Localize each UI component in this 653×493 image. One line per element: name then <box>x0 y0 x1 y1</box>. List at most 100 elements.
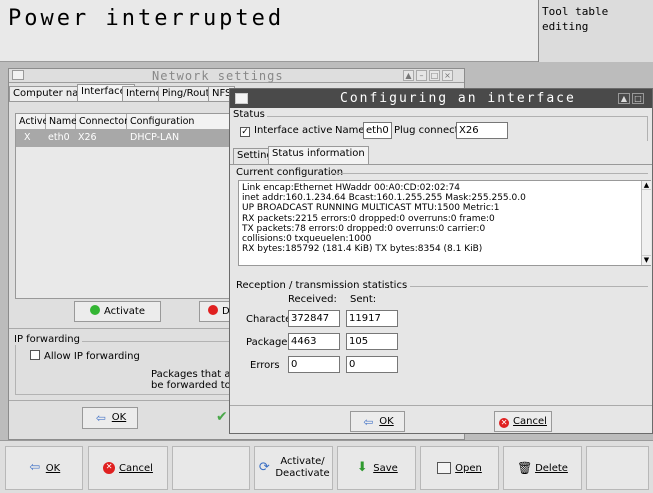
dialog-titlebar: Configuring an interface ▲ □ <box>230 89 652 108</box>
group-line <box>410 286 648 287</box>
status-group: Status ✓ Interface active Name: eth0 Plug… <box>231 109 648 141</box>
save-icon: ⬇ <box>356 460 368 475</box>
forwarding-note-line-2: be forwarded to o <box>151 380 241 391</box>
deactivate-icon <box>208 305 218 315</box>
configuration-textarea[interactable]: Link encap:Ethernet HWaddr 00:A0:CD:02:0… <box>238 180 651 266</box>
mode-label: Tool table editing <box>538 0 653 62</box>
sent-header: Sent: <box>350 294 377 305</box>
plug-connection-field[interactable]: X26 <box>456 122 508 139</box>
softkey-cancel-label: Cancel <box>119 462 153 474</box>
trash-icon: 🗑 <box>517 461 533 475</box>
maximize-icon[interactable]: ▲ <box>618 93 630 104</box>
cell-active: X <box>24 132 31 143</box>
column-header-connectors[interactable]: Connectors <box>76 114 133 130</box>
dialog-cancel-button[interactable]: ✕ Cancel <box>494 411 552 432</box>
received-header: Received: <box>288 294 337 305</box>
config-scrollbar[interactable]: ▲ ▼ <box>641 181 651 265</box>
softkey-ok[interactable]: ⇦ OK <box>5 446 83 490</box>
tab-divider <box>230 164 652 165</box>
activate-button[interactable]: Activate <box>74 301 161 322</box>
cell-name: eth0 <box>48 132 70 143</box>
activate-label: Activate <box>104 306 145 317</box>
name-field[interactable]: eth0 <box>363 122 392 139</box>
activate-deactivate-label-2: Deactivate <box>275 468 330 479</box>
close-icon[interactable]: × <box>442 70 453 81</box>
softkey-cancel[interactable]: ✕ Cancel <box>88 446 168 490</box>
errors-received-field[interactable]: 0 <box>288 356 340 373</box>
ok-label: OK <box>111 412 127 423</box>
back-arrow-icon: ⇦ <box>95 411 106 425</box>
column-header-configuration[interactable]: Configuration <box>127 114 242 130</box>
interface-table: Active Name Connectors Configuration X e… <box>15 113 243 299</box>
interface-active-label: Interface active <box>254 125 333 136</box>
config-line: UP BROADCAST RUNNING MULTICAST MTU:1500 … <box>242 203 500 214</box>
current-configuration-title: Current configuration <box>236 167 344 178</box>
dialog-ok-label: OK <box>379 416 394 427</box>
softkey-save[interactable]: ⬇ Save <box>337 446 416 490</box>
restore-icon[interactable]: □ <box>429 70 440 81</box>
column-header-active[interactable]: Active <box>16 114 48 130</box>
dialog-menu-icon[interactable] <box>235 93 248 104</box>
configure-interface-dialog: Configuring an interface ▲ □ Status ✓ Int… <box>229 88 653 434</box>
softkey-empty <box>586 446 649 490</box>
dialog-cancel-label: Cancel <box>513 416 547 427</box>
softkey-save-label: Save <box>373 462 398 474</box>
open-folder-icon <box>437 462 452 474</box>
divider <box>230 405 652 406</box>
config-line: RX bytes:185792 (181.4 KiB) TX bytes:835… <box>242 244 483 255</box>
cancel-icon: ✕ <box>103 462 116 474</box>
errors-sent-field[interactable]: 0 <box>346 356 398 373</box>
back-arrow-icon: ⇦ <box>29 460 41 475</box>
maximize-icon[interactable]: ▲ <box>403 70 414 81</box>
table-row[interactable]: X eth0 X26 DHCP-LAN <box>16 130 242 147</box>
packages-sent-field[interactable]: 105 <box>346 333 398 350</box>
softkey-bar: ⇦ OK ✕ Cancel ⟳ Activate/ Deactivate ⬇ Save… <box>0 440 653 493</box>
scroll-down-icon[interactable]: ▼ <box>642 255 651 264</box>
window-titlebar: Network settings ▲ – □ × <box>9 69 464 83</box>
activate-deactivate-label-1: Activate/ <box>280 456 325 467</box>
minimize-icon[interactable]: – <box>416 70 427 81</box>
softkey-delete[interactable]: 🗑 Delete <box>503 446 582 490</box>
character-sent-field[interactable]: 11917 <box>346 310 398 327</box>
cancel-icon: ✕ <box>499 418 510 428</box>
softkey-activate-deactivate[interactable]: ⟳ Activate/ Deactivate <box>254 446 333 490</box>
page-title: Power interrupted <box>8 6 285 31</box>
character-received-field[interactable]: 372847 <box>288 310 340 327</box>
interface-active-checkbox[interactable]: ✓ Interface active <box>240 125 332 137</box>
allow-ip-forwarding-label: Allow IP forwarding <box>44 351 140 362</box>
back-arrow-icon: ⇦ <box>363 415 374 429</box>
packages-received-field[interactable]: 4463 <box>288 333 340 350</box>
window-title: Network settings <box>152 69 284 83</box>
restore-icon[interactable]: □ <box>632 93 644 104</box>
cell-connectors: X26 <box>78 132 97 143</box>
refresh-icon: ⟳ <box>258 460 270 475</box>
ok-button[interactable]: ⇦ OK <box>82 407 138 429</box>
config-line: Link encap:Ethernet HWaddr 00:A0:CD:02:0… <box>242 183 461 193</box>
header-bar: Power interrupted Tool table editing <box>0 0 653 62</box>
activate-icon <box>90 305 100 315</box>
config-line: TX packets:78 errors:0 dropped:0 overrun… <box>242 223 486 234</box>
divider <box>9 328 237 329</box>
group-line <box>330 173 648 174</box>
tab-status-information[interactable]: Status information <box>268 146 369 165</box>
errors-label: Errors <box>250 360 280 371</box>
ip-forwarding-title: IP forwarding <box>12 334 82 345</box>
column-header-name[interactable]: Name <box>46 114 77 130</box>
softkey-empty <box>172 446 250 490</box>
config-line: inet addr:160.1.234.64 Bcast:160.1.255.2… <box>242 193 526 204</box>
softkey-ok-label: OK <box>45 462 61 474</box>
scroll-up-icon[interactable]: ▲ <box>642 181 651 190</box>
allow-ip-forwarding-checkbox[interactable]: Allow IP forwarding <box>30 350 140 362</box>
softkey-delete-label: Delete <box>535 462 568 474</box>
checkbox-icon <box>30 350 40 360</box>
checkbox-checked-icon: ✓ <box>240 127 250 137</box>
forwarding-note-line-1: Packages that ar <box>151 369 235 380</box>
dialog-title: Configuring an interface <box>340 91 576 106</box>
divider <box>9 400 237 401</box>
window-menu-icon[interactable] <box>12 70 24 80</box>
cell-configuration: DHCP-LAN <box>130 132 180 143</box>
ip-forwarding-group: IP forwarding Allow IP forwarding Packag… <box>12 334 241 395</box>
softkey-open[interactable]: Open <box>420 446 499 490</box>
dialog-ok-button[interactable]: ⇦ OK <box>350 411 405 432</box>
config-line: RX packets:2215 errors:0 dropped:0 overr… <box>242 213 495 224</box>
